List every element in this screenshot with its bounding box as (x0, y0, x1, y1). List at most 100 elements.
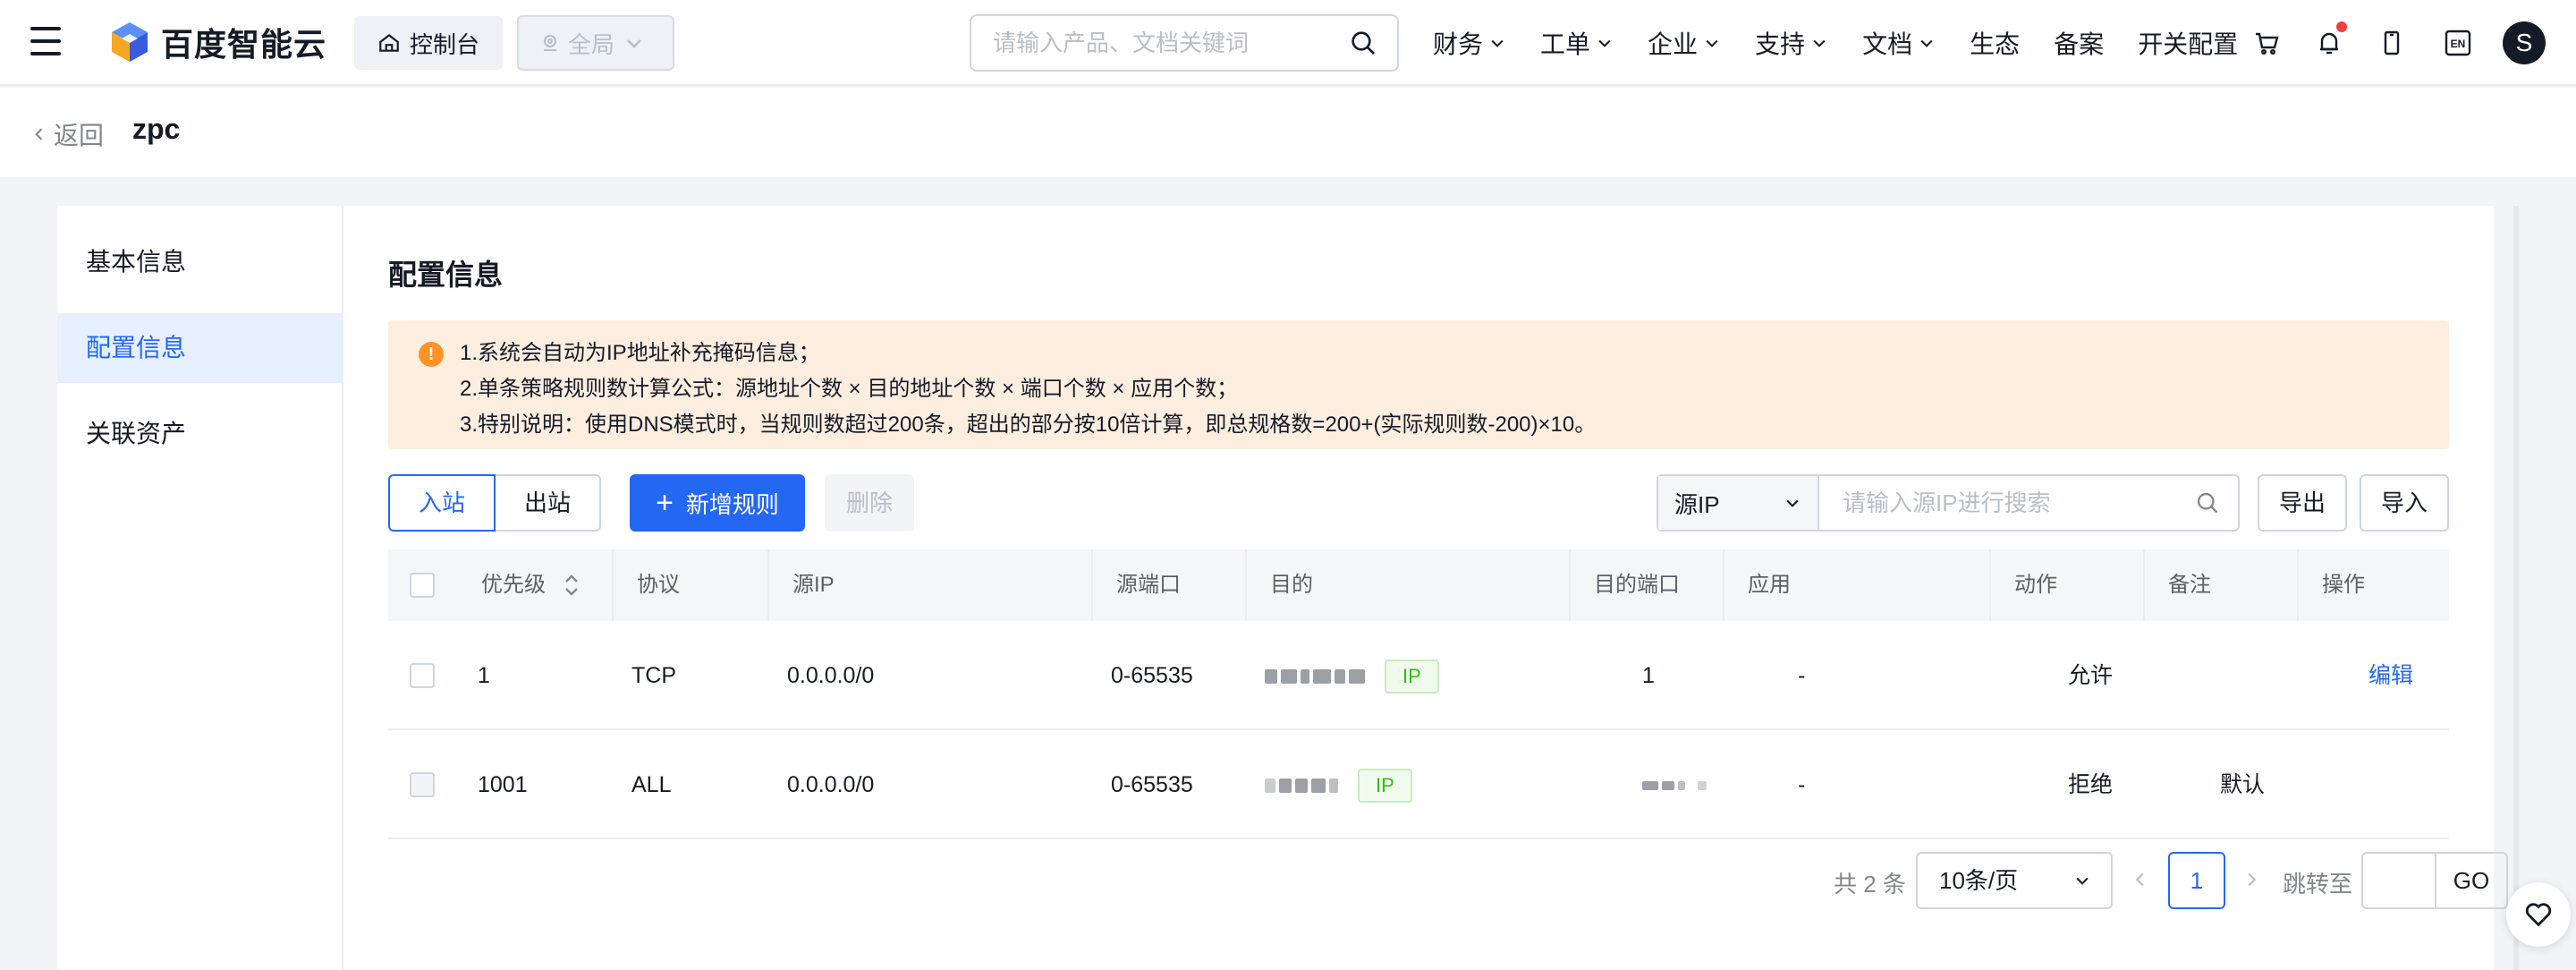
language-icon[interactable]: EN (2440, 25, 2476, 61)
direction-tabs: 入站 出站 (388, 474, 602, 532)
mobile-icon[interactable] (2374, 25, 2410, 61)
col-source-port: 源端口 (1116, 573, 1181, 597)
nav-support[interactable]: 支持 (1755, 25, 1828, 61)
section-title: 配置信息 (388, 259, 504, 291)
cell-protocol: TCP (631, 663, 676, 688)
cell-action: 拒绝 (2068, 772, 2114, 797)
cell-destination: IP (1265, 621, 1439, 730)
nav-docs[interactable]: 文档 (1862, 25, 1936, 61)
sidebar-item-config-info[interactable]: 配置信息 (57, 313, 343, 383)
scrollbar[interactable] (2513, 206, 2519, 970)
col-action: 动作 (2014, 573, 2057, 597)
sidebar-item-basic-info[interactable]: 基本信息 (57, 227, 343, 297)
delete-button[interactable]: 删除 (825, 474, 914, 532)
col-protocol: 协议 (637, 573, 680, 597)
sidebar-item-related-assets[interactable]: 关联资产 (57, 399, 343, 469)
heart-icon (2525, 903, 2552, 927)
top-nav: 财务 工单 企业 支持 文档 生态 备案 开关配置 (1433, 0, 2272, 86)
logo[interactable]: 百度智能云 (107, 20, 326, 64)
cell-application: - (1798, 663, 1806, 688)
col-destination: 目的 (1270, 573, 1313, 597)
jump-label: 跳转至 (2283, 871, 2353, 898)
chevron-down-icon (1491, 39, 1504, 47)
region-selector[interactable]: 全局 (517, 15, 674, 71)
notice-line: 1.系统会自动为IP地址补充掩码信息； (460, 341, 820, 365)
nav-switch-config[interactable]: 开关配置 (2138, 25, 2238, 61)
nav-ecosystem[interactable]: 生态 (1970, 25, 2020, 61)
col-note: 备注 (2168, 573, 2211, 597)
ip-tag: IP (1358, 769, 1412, 804)
top-header: 百度智能云 控制台 全局 财务 工单 企业 支持 文档 生态 备案 开关配置 E… (0, 0, 2576, 86)
global-search[interactable] (970, 14, 1399, 72)
cart-icon[interactable] (2249, 25, 2284, 61)
cell-action: 允许 (2068, 663, 2114, 688)
col-application: 应用 (1748, 573, 1791, 597)
cell-source-port: 0-65535 (1111, 772, 1193, 797)
redacted-address (1265, 779, 1342, 794)
nav-finance[interactable]: 财务 (1433, 25, 1506, 61)
warning-icon: ! (419, 342, 444, 367)
go-button[interactable]: GO (2435, 852, 2508, 909)
tab-inbound[interactable]: 入站 (388, 474, 496, 532)
nav-ticket[interactable]: 工单 (1540, 25, 1614, 61)
notice-line: 2.单条策略规则数计算公式：源地址个数 × 目的地址个数 × 端口个数 × 应用… (460, 377, 1239, 401)
filter-input[interactable] (1819, 476, 2195, 530)
prev-page-icon[interactable] (2131, 870, 2150, 889)
home-icon (379, 33, 399, 52)
filter-field-select[interactable]: 源IP (1658, 476, 1819, 530)
col-destination-port: 目的端口 (1594, 573, 1680, 597)
table-header: 优先级 协议 源IP 源端口 目的 目的端口 应用 动作 备注 操作 (388, 549, 2449, 621)
chevron-down-icon (1813, 39, 1826, 47)
search-icon[interactable] (1349, 29, 1377, 57)
notification-dot (2336, 21, 2347, 32)
cell-priority: 1 (478, 663, 490, 688)
page-title: zpc (132, 113, 181, 145)
back-link[interactable]: 返回 (30, 116, 104, 152)
page-size-select[interactable]: 10条/页 (1916, 852, 2113, 909)
nav-filing[interactable]: 备案 (2054, 25, 2104, 61)
search-icon[interactable] (2195, 490, 2220, 515)
chevron-down-icon (1706, 39, 1718, 47)
jump-page-input[interactable] (2361, 852, 2436, 909)
tab-outbound[interactable]: 出站 (496, 474, 602, 532)
select-all-checkbox[interactable] (410, 573, 435, 598)
pagination: 共 2 条 10条/页 1 跳转至 GO (388, 852, 2508, 909)
next-page-icon[interactable] (2241, 870, 2261, 889)
col-operation: 操作 (2322, 573, 2365, 597)
cell-source-ip: 0.0.0.0/0 (787, 772, 875, 797)
chevron-down-icon (1598, 39, 1611, 47)
chevron-down-icon (1786, 499, 1799, 507)
cube-logo-icon (112, 22, 148, 62)
nav-enterprise[interactable]: 企业 (1648, 25, 1721, 61)
avatar[interactable]: S (2503, 21, 2546, 64)
menu-icon[interactable] (30, 27, 61, 59)
export-button[interactable]: 导出 (2258, 474, 2347, 532)
notice-line: 3.特别说明：使用DNS模式时，当规则数超过200条，超出的部分按10倍计算，即… (460, 413, 1597, 437)
bell-icon[interactable] (2311, 21, 2347, 61)
page-number-current[interactable]: 1 (2168, 852, 2225, 909)
row-checkbox[interactable] (410, 663, 435, 688)
main-card: 基本信息 配置信息 关联资产 配置信息 ! 1.系统会自动为IP地址补充掩码信息… (57, 206, 2508, 970)
row-checkbox[interactable] (410, 772, 435, 797)
cell-priority: 1001 (478, 772, 528, 797)
language-label: EN (2451, 38, 2466, 50)
edit-link[interactable]: 编辑 (2368, 621, 2413, 730)
add-rule-button[interactable]: + 新增规则 (630, 474, 805, 532)
col-source-ip: 源IP (792, 573, 835, 597)
back-label: 返回 (54, 122, 105, 149)
table-row: 1 TCP 0.0.0.0/0 0-65535 IP 1 - 允许 编辑 (388, 621, 2449, 730)
sort-icon[interactable] (562, 571, 581, 600)
cell-protocol: ALL (631, 772, 672, 797)
cell-destination-port (1642, 730, 1726, 839)
search-filter: 源IP (1657, 474, 2240, 532)
col-priority: 优先级 (481, 573, 546, 597)
cell-source-port: 0-65535 (1111, 663, 1193, 688)
redacted-address (1265, 669, 1368, 685)
console-button[interactable]: 控制台 (354, 16, 503, 70)
notice-banner: ! 1.系统会自动为IP地址补充掩码信息； 2.单条策略规则数计算公式：源地址个… (388, 320, 2449, 449)
import-button[interactable]: 导入 (2360, 474, 2449, 532)
total-count: 共 2 条 (1834, 871, 1906, 898)
favorite-button[interactable] (2506, 882, 2571, 947)
search-input[interactable] (993, 16, 1333, 70)
filter-field-label: 源IP (1674, 490, 1720, 518)
